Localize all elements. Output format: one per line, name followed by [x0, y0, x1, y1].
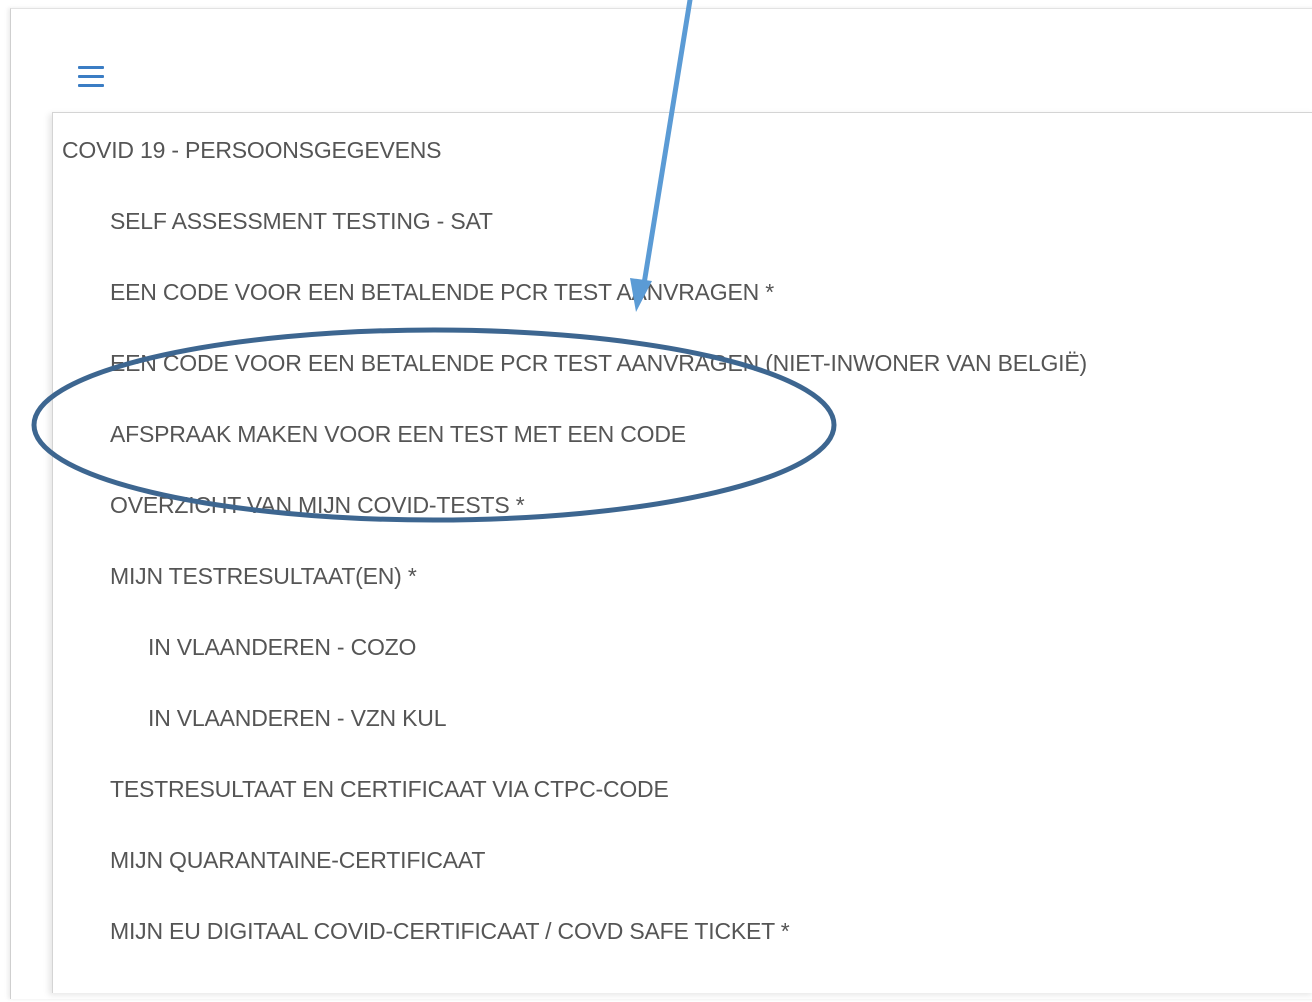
hamburger-icon[interactable] [78, 66, 106, 90]
menu-item-quarantine-certificate[interactable]: MIJN QUARANTAINE-CERTIFICAAT [110, 847, 485, 874]
menu-item-eu-covid-certificate[interactable]: MIJN EU DIGITAAL COVID-CERTIFICAAT / COV… [110, 918, 790, 945]
menu-item-pcr-code[interactable]: EEN CODE VOOR EEN BETALENDE PCR TEST AAN… [110, 279, 774, 306]
menu-heading-covid19[interactable]: COVID 19 - PERSOONSGEGEVENS [62, 137, 442, 164]
menu-item-self-assessment[interactable]: SELF ASSESSMENT TESTING - SAT [110, 208, 493, 235]
menu-item-test-results[interactable]: MIJN TESTRESULTAAT(EN) * [110, 563, 417, 590]
menu-item-pcr-code-non-resident[interactable]: EEN CODE VOOR EEN BETALENDE PCR TEST AAN… [110, 350, 1087, 377]
menu-subitem-vzn-kul[interactable]: IN VLAANDEREN - VZN KUL [148, 705, 447, 732]
menu-subitem-cozo[interactable]: IN VLAANDEREN - COZO [148, 634, 416, 661]
menu-item-ctpc-certificate[interactable]: TESTRESULTAAT EN CERTIFICAAT VIA CTPC-CO… [110, 776, 669, 803]
menu-item-appointment[interactable]: AFSPRAAK MAKEN VOOR EEN TEST MET EEN COD… [110, 421, 686, 448]
menu-item-test-overview[interactable]: OVERZICHT VAN MIJN COVID-TESTS * [110, 492, 525, 519]
